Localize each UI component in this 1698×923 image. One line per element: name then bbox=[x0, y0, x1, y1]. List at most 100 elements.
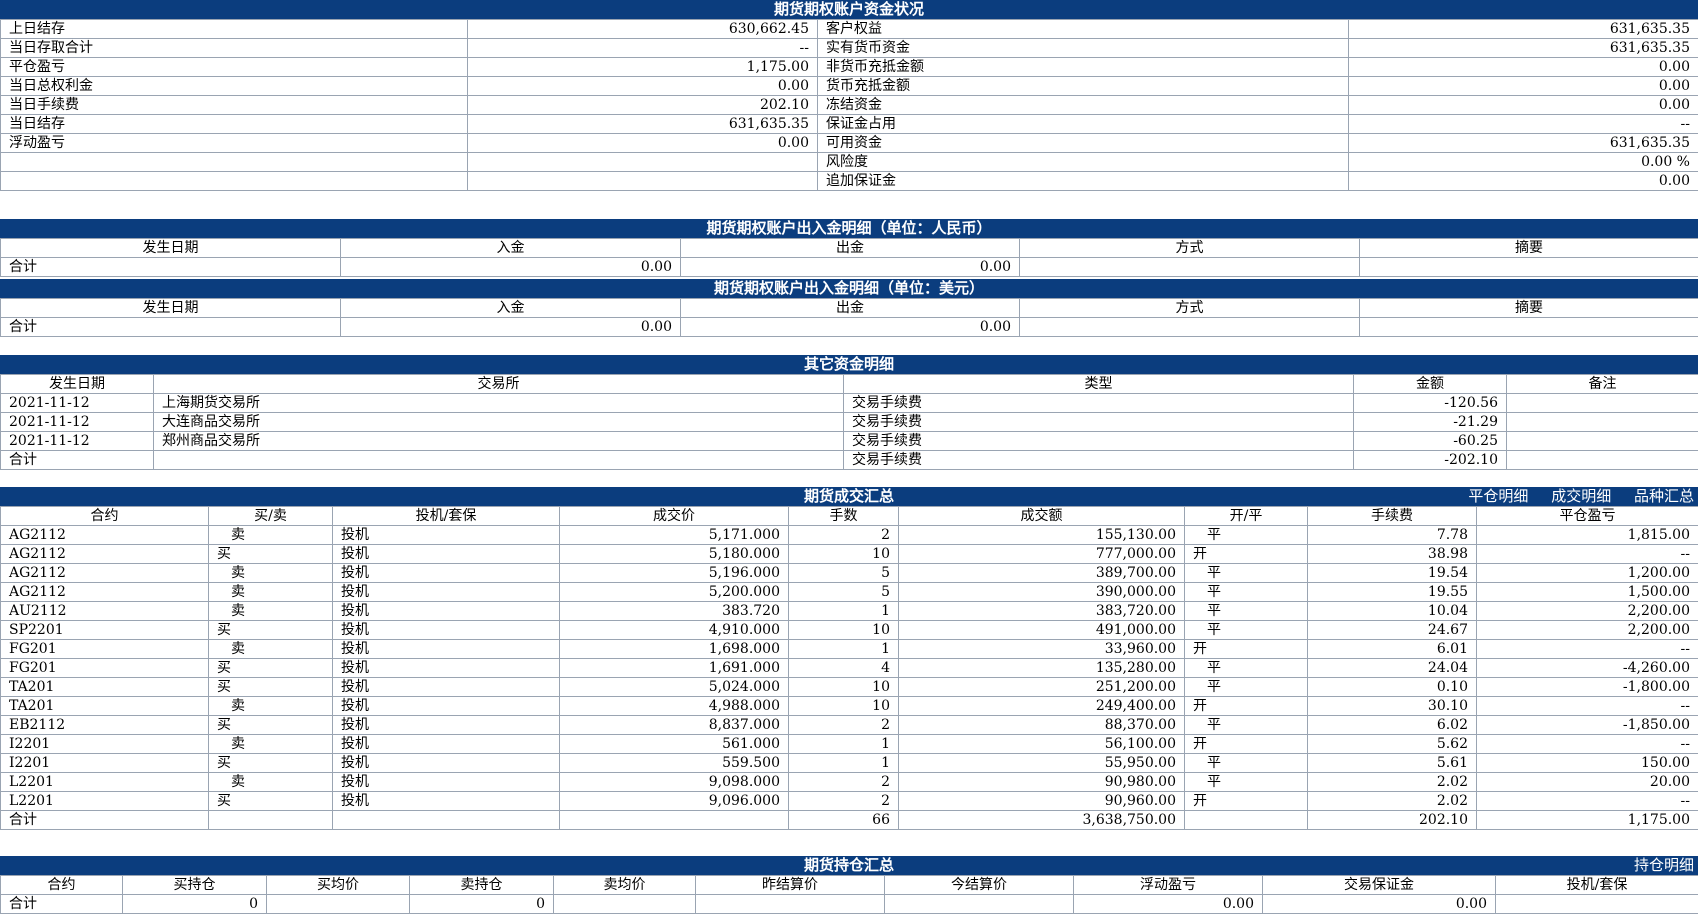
positions-table: 合约 买持仓 买均价 卖持仓 卖均价 昨结算价 今结算价 浮动盈亏 交易保证金 … bbox=[0, 875, 1698, 914]
row-qty: 4 bbox=[788, 658, 899, 678]
row-pnl: -- bbox=[1476, 734, 1698, 754]
usd-flow-section: 期货期权账户出入金明细（单位：美元） 发生日期 入金 出金 方式 摘要 合计 0… bbox=[0, 279, 1698, 337]
header-method: 方式 bbox=[1019, 238, 1360, 258]
table-row: FG201 卖投机 1,698.000 1 33,960.00 开 6.01 -- bbox=[0, 639, 1698, 659]
row-open-close: 平 bbox=[1184, 772, 1308, 792]
total-empty bbox=[1184, 810, 1308, 830]
row-fee: 19.54 bbox=[1307, 563, 1477, 583]
total-label: 合计 bbox=[0, 894, 123, 914]
row-buy-sell: 卖 bbox=[208, 582, 333, 602]
row-fee: 24.67 bbox=[1307, 620, 1477, 640]
summary-right-label: 冻结资金 bbox=[817, 95, 1349, 115]
row-fee: 30.10 bbox=[1307, 696, 1477, 716]
total-in: 0.00 bbox=[340, 257, 681, 277]
row-contract: FG201 bbox=[0, 658, 209, 678]
trade-detail-link[interactable]: 成交明细 bbox=[1551, 487, 1611, 505]
row-contract: AG2112 bbox=[0, 563, 209, 583]
header-prev-settle: 昨结算价 bbox=[695, 875, 885, 895]
summary-row: 当日总权利金 0.00 货币充抵金额 0.00 bbox=[0, 76, 1698, 96]
position-detail-link[interactable]: 持仓明细 bbox=[1634, 856, 1694, 874]
header-price: 成交价 bbox=[559, 506, 789, 526]
total-exchange bbox=[153, 450, 844, 470]
total-amount: -202.10 bbox=[1353, 450, 1507, 470]
row-hedge: 投机 bbox=[332, 772, 560, 792]
summary-left-label: 当日结存 bbox=[0, 114, 468, 134]
row-price: 4,988.000 bbox=[559, 696, 789, 716]
usd-flow-title: 期货期权账户出入金明细（单位：美元） bbox=[0, 279, 1698, 298]
row-buy-sell: 卖 bbox=[208, 734, 333, 754]
table-row: SP2201 买投机 4,910.000 10 491,000.00 平 24.67 2,20… bbox=[0, 620, 1698, 640]
row-pnl: -- bbox=[1476, 639, 1698, 659]
row-price: 383.720 bbox=[559, 601, 789, 621]
row-date: 2021-11-12 bbox=[0, 412, 154, 432]
header-out: 出金 bbox=[680, 298, 1020, 318]
summary-row: 浮动盈亏 0.00 可用资金 631,635.35 bbox=[0, 133, 1698, 153]
total-in: 0.00 bbox=[340, 317, 681, 337]
row-buy-sell: 买 bbox=[208, 544, 333, 564]
row-price: 5,180.000 bbox=[559, 544, 789, 564]
table-row: I2201 买投机 559.500 1 55,950.00 平 5.61 150.00 bbox=[0, 753, 1698, 773]
row-open-close: 平 bbox=[1184, 620, 1308, 640]
positions-links: 持仓明细 bbox=[1616, 856, 1694, 875]
summary-right-label: 实有货币资金 bbox=[817, 38, 1349, 58]
row-hedge: 投机 bbox=[332, 753, 560, 773]
summary-left-value: 630,662.45 bbox=[467, 19, 818, 39]
total-empty bbox=[266, 894, 410, 914]
row-pnl: 20.00 bbox=[1476, 772, 1698, 792]
summary-right-label: 可用资金 bbox=[817, 133, 1349, 153]
total-label: 合计 bbox=[0, 257, 341, 277]
row-price: 1,691.000 bbox=[559, 658, 789, 678]
total-summary bbox=[1359, 257, 1698, 277]
trades-section: 期货成交汇总 平仓明细 成交明细 品种汇总 合约 买/卖 投机/套保 成交价 手… bbox=[0, 487, 1698, 830]
total-note bbox=[1506, 450, 1698, 470]
header-pnl: 平仓盈亏 bbox=[1476, 506, 1698, 526]
row-qty: 2 bbox=[788, 791, 899, 811]
summary-left-value: 0.00 bbox=[467, 133, 818, 153]
summary-row: 追加保证金 0.00 bbox=[0, 171, 1698, 191]
row-qty: 1 bbox=[788, 639, 899, 659]
cny-flow-total-row: 合计 0.00 0.00 bbox=[0, 257, 1698, 277]
usd-flow-total-row: 合计 0.00 0.00 bbox=[0, 317, 1698, 337]
trades-links: 平仓明细 成交明细 品种汇总 bbox=[1450, 487, 1694, 506]
row-open-close: 开 bbox=[1184, 791, 1308, 811]
positions-title: 期货持仓汇总 bbox=[803, 856, 894, 874]
total-empty bbox=[332, 810, 560, 830]
summary-right-value: 0.00 bbox=[1348, 171, 1698, 191]
summary-row: 上日结存 630,662.45 客户权益 631,635.35 bbox=[0, 19, 1698, 39]
total-label: 合计 bbox=[0, 810, 209, 830]
usd-flow-table: 发生日期 入金 出金 方式 摘要 合计 0.00 0.00 bbox=[0, 298, 1698, 337]
summary-right-label: 风险度 bbox=[817, 152, 1349, 172]
account-summary-title: 期货期权账户资金状况 bbox=[0, 0, 1698, 19]
row-price: 1,698.000 bbox=[559, 639, 789, 659]
row-open-close: 开 bbox=[1184, 696, 1308, 716]
table-row: AG2112 买投机 5,180.000 10 777,000.00 开 38.98 -- bbox=[0, 544, 1698, 564]
other-funds-total-row: 合计 交易手续费 -202.10 bbox=[0, 450, 1698, 470]
other-funds-table: 发生日期 交易所 类型 金额 备注 2021-11-12 上海期货交易所 交易手续费… bbox=[0, 374, 1698, 470]
row-price: 561.000 bbox=[559, 734, 789, 754]
cny-flow-section: 期货期权账户出入金明细（单位：人民币） 发生日期 入金 出金 方式 摘要 合计 … bbox=[0, 219, 1698, 277]
summary-left-label: 浮动盈亏 bbox=[0, 133, 468, 153]
row-open-close: 平 bbox=[1184, 753, 1308, 773]
row-pnl: 2,200.00 bbox=[1476, 620, 1698, 640]
row-amount: -120.56 bbox=[1353, 393, 1507, 413]
total-type: 交易手续费 bbox=[843, 450, 1354, 470]
row-pnl: -- bbox=[1476, 791, 1698, 811]
row-qty: 2 bbox=[788, 525, 899, 545]
row-open-close: 开 bbox=[1184, 544, 1308, 564]
row-buy-sell: 买 bbox=[208, 791, 333, 811]
row-pnl: -1,800.00 bbox=[1476, 677, 1698, 697]
row-contract: AG2112 bbox=[0, 582, 209, 602]
total-label: 合计 bbox=[0, 450, 154, 470]
row-fee: 5.61 bbox=[1307, 753, 1477, 773]
total-amount: 3,638,750.00 bbox=[898, 810, 1185, 830]
close-detail-link[interactable]: 平仓明细 bbox=[1468, 487, 1528, 505]
header-open-close: 开/平 bbox=[1184, 506, 1308, 526]
row-qty: 10 bbox=[788, 696, 899, 716]
row-qty: 2 bbox=[788, 715, 899, 735]
account-summary-table: 上日结存 630,662.45 客户权益 631,635.35 当日存取合计 -- 实有货币… bbox=[0, 19, 1698, 191]
summary-row: 平仓盈亏 1,175.00 非货币充抵金额 0.00 bbox=[0, 57, 1698, 77]
product-summary-link[interactable]: 品种汇总 bbox=[1634, 487, 1694, 505]
summary-left-label: 当日总权利金 bbox=[0, 76, 468, 96]
row-qty: 1 bbox=[788, 601, 899, 621]
row-amount: 251,200.00 bbox=[898, 677, 1185, 697]
